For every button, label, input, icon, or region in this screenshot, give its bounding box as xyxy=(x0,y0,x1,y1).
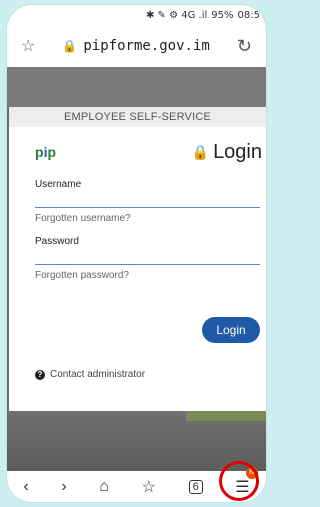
forward-icon[interactable]: › xyxy=(61,478,66,496)
status-bar: ✱ ✎ ⚙ 4G .il 95% 08:5 xyxy=(7,5,266,25)
help-icon: ? xyxy=(35,369,45,380)
browser-url-bar: ☆ 🔒 pipforme.gov.im ↻ xyxy=(7,25,266,67)
reload-icon[interactable]: ↻ xyxy=(237,36,252,57)
address-field[interactable]: 🔒 pipforme.gov.im xyxy=(62,38,209,54)
status-icons: ✱ ✎ ⚙ 4G .il xyxy=(146,9,208,21)
contact-admin-label: Contact administrator xyxy=(50,369,146,380)
tabs-icon[interactable]: 6 xyxy=(188,479,203,494)
battery-level: 95% xyxy=(211,9,234,21)
username-input[interactable] xyxy=(35,190,260,208)
username-label: Username xyxy=(35,179,82,190)
pip-logo: pip xyxy=(35,144,57,160)
back-icon[interactable]: ‹ xyxy=(23,478,28,496)
forgot-password-link[interactable]: Forgotten password? xyxy=(9,270,266,281)
background-image-top xyxy=(7,67,266,107)
login-card: EMPLOYEE SELF-SERVICE pip 🔒 Login Userna… xyxy=(9,107,266,411)
card-header: EMPLOYEE SELF-SERVICE xyxy=(9,107,266,127)
phone-frame: ✱ ✎ ⚙ 4G .il 95% 08:5 ☆ 🔒 pipforme.gov.i… xyxy=(6,4,267,503)
login-button[interactable]: Login xyxy=(202,317,260,343)
menu-button[interactable]: ☰ N xyxy=(219,460,260,501)
clock: 08:5 xyxy=(237,9,260,21)
lock-icon: 🔒 xyxy=(62,39,78,53)
brand-row: pip 🔒 Login xyxy=(9,127,266,167)
bookmark-star-icon[interactable]: ☆ xyxy=(21,36,35,56)
web-page: EMPLOYEE SELF-SERVICE pip 🔒 Login Userna… xyxy=(7,67,266,473)
password-input[interactable] xyxy=(35,247,260,265)
lock-icon: 🔒 xyxy=(191,143,210,160)
browser-nav-bar: ‹ › ⌂ ☆ 6 ☰ N xyxy=(7,460,266,502)
login-title: 🔒 Login xyxy=(191,140,262,163)
url-text: pipforme.gov.im xyxy=(83,38,210,54)
password-label: Password xyxy=(35,236,79,247)
forgot-username-link[interactable]: Forgotten username? xyxy=(9,213,266,224)
highlight-circle xyxy=(219,460,260,501)
home-icon[interactable]: ⌂ xyxy=(99,478,109,496)
bookmarks-icon[interactable]: ☆ xyxy=(142,477,156,497)
grass-strip xyxy=(186,411,266,421)
contact-admin-link[interactable]: ? Contact administrator xyxy=(35,369,145,380)
